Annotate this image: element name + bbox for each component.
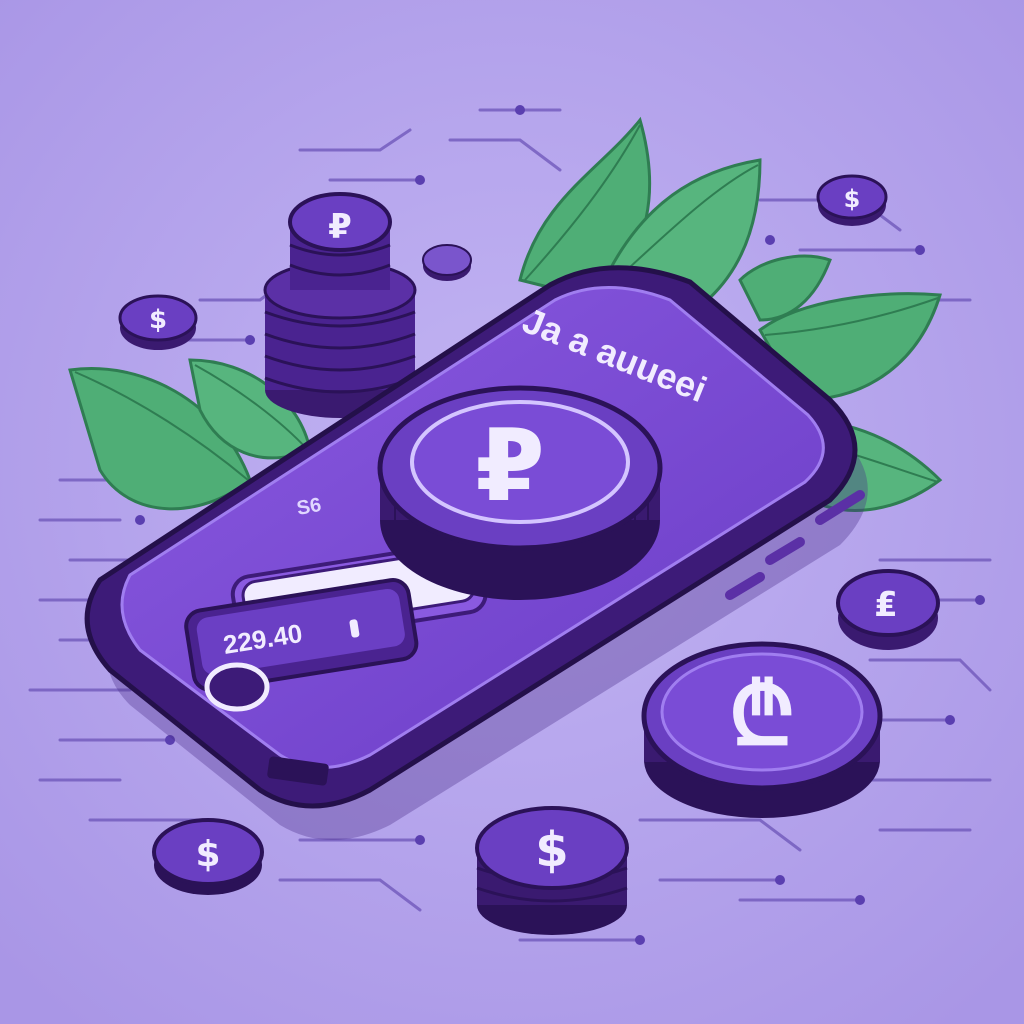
coin-symbol: ₾: [729, 665, 795, 765]
coin-icon: $: [118, 294, 198, 350]
coin-icon: $: [816, 174, 888, 226]
coin-icon: ₤: [836, 569, 940, 650]
coin-symbol: $: [195, 834, 220, 875]
coin-symbol: ₤: [874, 585, 898, 625]
coin-icon: ₾: [641, 641, 883, 818]
coin-icon: [422, 244, 472, 281]
coin-symbol: $: [149, 305, 167, 335]
main-coin: ₽: [377, 385, 663, 600]
small-label: S6: [295, 494, 323, 520]
coin-stack: $: [475, 806, 629, 935]
home-button-icon[interactable]: [204, 662, 270, 712]
coin-icon: $: [152, 818, 264, 895]
coin-symbol: $: [844, 185, 861, 213]
coin-symbol: ₽: [475, 407, 545, 524]
fintech-illustration: ₽ $ $ Ja a auueei S6 229.40 ₽ ₤ ₾ $ $: [0, 0, 1024, 1024]
coin-symbol: $: [535, 822, 568, 878]
coin-symbol: ₽: [328, 207, 352, 247]
